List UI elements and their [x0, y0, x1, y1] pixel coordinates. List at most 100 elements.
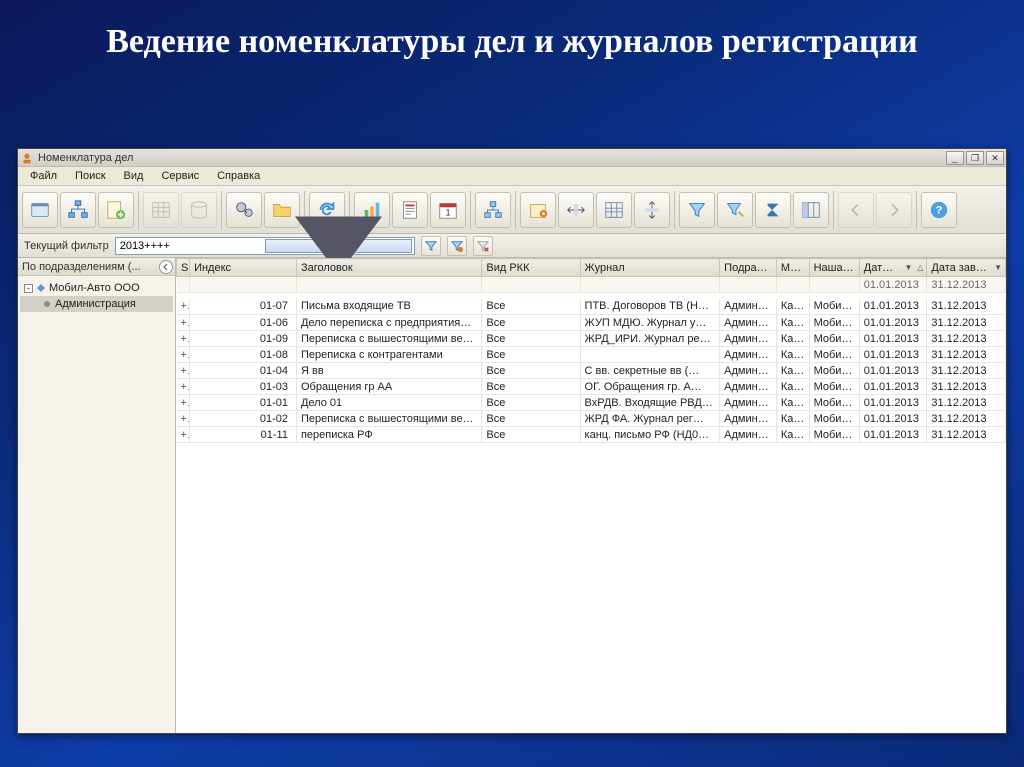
expand-icon[interactable]: + [177, 315, 190, 331]
filter-settings-icon[interactable] [447, 236, 467, 256]
data-grid[interactable]: S Индекс Заголовок Вид РКК Журнал Подраз… [176, 258, 1006, 733]
cell-me: Ка… [776, 347, 809, 363]
expand-icon[interactable]: + [177, 363, 190, 379]
cell-index: 01-06 [190, 315, 297, 331]
filter-combo[interactable]: 2013++++ [115, 237, 415, 255]
filter-clear-icon[interactable] [473, 236, 493, 256]
cell-our: Мобил… [809, 379, 859, 395]
cell-dept: Админист… [720, 315, 777, 331]
expand-icon[interactable]: + [177, 299, 190, 315]
tool-settings[interactable] [520, 192, 556, 228]
tool-hierarchy[interactable] [60, 192, 96, 228]
filter-apply-icon[interactable] [421, 236, 441, 256]
tool-add[interactable] [98, 192, 134, 228]
titlebar[interactable]: Номенклатура дел _ ❐ ✕ [18, 149, 1006, 167]
menu-file[interactable]: Файл [22, 168, 65, 184]
cell-journal [580, 347, 720, 363]
cell-title: Переписка с вышестоящими ведомс… [296, 331, 481, 347]
cell-rkk: Все [482, 427, 580, 443]
expand-icon[interactable]: + [177, 395, 190, 411]
tool-new-window[interactable] [22, 192, 58, 228]
cell-end: 31.12.2013 [927, 379, 1006, 395]
menu-view[interactable]: Вид [116, 168, 152, 184]
dept-icon [42, 299, 52, 309]
tree-root[interactable]: - Мобил-Авто ООО [20, 280, 173, 296]
expand-icon[interactable]: + [177, 411, 190, 427]
menu-service[interactable]: Сервис [153, 168, 207, 184]
tree-expander-icon[interactable]: - [24, 284, 33, 293]
col-journal[interactable]: Журнал [580, 259, 720, 277]
cell-title: Обращения гр АА [296, 379, 481, 395]
menu-search[interactable]: Поиск [67, 168, 113, 184]
tool-calendar[interactable]: 1 [430, 192, 466, 228]
cell-dept: Админист… [720, 411, 777, 427]
cell-title: Я вв [296, 363, 481, 379]
expand-icon[interactable]: + [177, 427, 190, 443]
tool-org[interactable] [475, 192, 511, 228]
toolbar: 1 ? [18, 186, 1006, 234]
tool-col-width[interactable] [558, 192, 594, 228]
summary-row: 01.01.201331.12.2013 [177, 277, 1006, 293]
minimize-button[interactable]: _ [946, 151, 964, 165]
table-row[interactable]: +01-09Переписка с вышестоящими ведомс…Вс… [177, 331, 1006, 347]
cell-journal: ЖРД_ИРИ. Журнал ре… [580, 331, 720, 347]
close-button[interactable]: ✕ [986, 151, 1004, 165]
cell-end: 31.12.2013 [927, 331, 1006, 347]
tool-filter[interactable] [679, 192, 715, 228]
cell-me: Ка… [776, 363, 809, 379]
table-row[interactable]: +01-04Я ввВсеС вв. секретные вв (…Админи… [177, 363, 1006, 379]
tool-back-disabled [838, 192, 874, 228]
tree-child-administration[interactable]: Администрация [20, 296, 173, 312]
cell-me: Ка… [776, 331, 809, 347]
col-end[interactable]: Дата зав…▼ [927, 259, 1006, 277]
cell-index: 01-02 [190, 411, 297, 427]
tool-filter-edit[interactable] [717, 192, 753, 228]
cell-end: 31.12.2013 [927, 363, 1006, 379]
cell-rkk: Все [482, 315, 580, 331]
tool-grid[interactable] [596, 192, 632, 228]
cell-journal: ПТВ. Договоров ТВ (Н… [580, 299, 720, 315]
tool-columns[interactable] [793, 192, 829, 228]
cell-our: Мобил… [809, 363, 859, 379]
col-s[interactable]: S [177, 259, 190, 277]
table-row[interactable]: +01-03Обращения гр ААВсеОГ. Обращения гр… [177, 379, 1006, 395]
col-me[interactable]: Ме… [776, 259, 809, 277]
chevron-down-icon[interactable] [265, 239, 412, 253]
dropdown-icon[interactable]: ▼ [994, 263, 1002, 272]
cell-title: Дело 01 [296, 395, 481, 411]
cell-dat: 01.01.2013 [859, 315, 927, 331]
expand-icon[interactable]: + [177, 331, 190, 347]
cell-rkk: Все [482, 363, 580, 379]
cell-dept: Админист… [720, 363, 777, 379]
maximize-button[interactable]: ❐ [966, 151, 984, 165]
sidebar-header: По подразделениям (... [18, 258, 175, 276]
table-row[interactable]: +01-08Переписка с контрагентамиВсеАдмини… [177, 347, 1006, 363]
tool-help[interactable]: ? [921, 192, 957, 228]
col-title[interactable]: Заголовок [296, 259, 481, 277]
dropdown-icon[interactable]: ▼ [904, 263, 912, 272]
tool-find[interactable] [226, 192, 262, 228]
cell-rkk: Все [482, 347, 580, 363]
table-row[interactable]: +01-07Письма входящие ТВВсеПТВ. Договоро… [177, 299, 1006, 315]
cell-dat: 01.01.2013 [859, 395, 927, 411]
menu-help[interactable]: Справка [209, 168, 268, 184]
cell-title: Дело переписка с предприятиями М… [296, 315, 481, 331]
tool-row-height[interactable] [634, 192, 670, 228]
col-index[interactable]: Индекс [190, 259, 297, 277]
tool-sum[interactable] [755, 192, 791, 228]
col-dat[interactable]: Дат…△▼ [859, 259, 927, 277]
cell-dept: Админист… [720, 331, 777, 347]
table-row[interactable]: +01-11переписка РФВсеканц. письмо РФ (НД… [177, 427, 1006, 443]
table-row[interactable]: +01-02Переписка с вышестоящими ведомс…Вс… [177, 411, 1006, 427]
expand-icon[interactable]: + [177, 379, 190, 395]
col-our[interactable]: Наша … [809, 259, 859, 277]
table-row[interactable]: +01-01Дело 01ВсеВхРДВ. Входящие РВД…Адми… [177, 395, 1006, 411]
header-row: S Индекс Заголовок Вид РКК Журнал Подраз… [177, 259, 1006, 277]
cell-our: Мобил… [809, 315, 859, 331]
expand-icon[interactable]: + [177, 347, 190, 363]
table-row[interactable]: +01-06Дело переписка с предприятиями М…В… [177, 315, 1006, 331]
col-dept[interactable]: Подразде… [720, 259, 777, 277]
slide-title: Ведение номенклатуры дел и журналов реги… [0, 0, 1024, 73]
col-rkk[interactable]: Вид РКК [482, 259, 580, 277]
collapse-icon[interactable] [159, 260, 173, 274]
